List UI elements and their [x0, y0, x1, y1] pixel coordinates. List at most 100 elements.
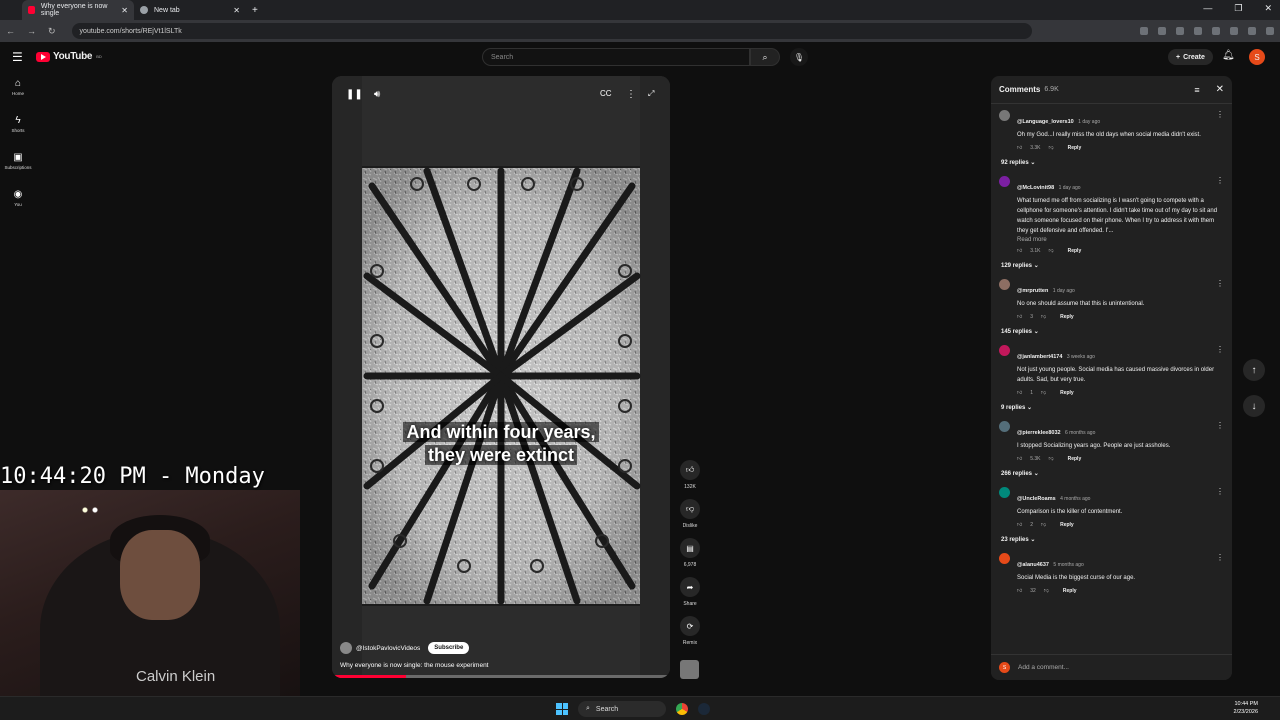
view-replies-button[interactable]: 92 replies ⌄ [999, 159, 1224, 166]
more-options-icon[interactable]: ⋮ [1216, 345, 1224, 354]
comment-author[interactable]: @pierreklee8032 [1017, 430, 1061, 436]
reply-button[interactable]: Reply [1068, 456, 1082, 462]
reply-button[interactable]: Reply [1068, 248, 1082, 254]
comment-author[interactable]: @UncleRoams [1017, 496, 1056, 502]
view-replies-button[interactable]: 266 replies ⌄ [999, 470, 1224, 477]
profile-icon[interactable] [1266, 27, 1274, 35]
thumbs-down-icon[interactable]: 👎︎ [1044, 588, 1049, 594]
more-options-icon[interactable]: ⋮ [626, 89, 636, 100]
remix-action[interactable]: ⟳ Remix [678, 616, 702, 655]
thumbs-down-icon[interactable]: 👎︎ [1049, 456, 1054, 462]
avatar[interactable] [999, 345, 1010, 356]
comment-author[interactable]: @Language_lovers10 [1017, 119, 1074, 125]
star-icon[interactable] [1176, 27, 1184, 35]
volume-icon[interactable]: 🔊︎ [374, 89, 380, 100]
thumbs-down-icon[interactable]: 👎︎ [1041, 314, 1046, 320]
thumbs-up-icon[interactable]: 👍︎ [1017, 456, 1022, 462]
tab-youtube[interactable]: Why everyone is now single ✕ [22, 0, 134, 20]
reply-button[interactable]: Reply [1068, 145, 1082, 151]
avatar[interactable] [999, 553, 1010, 564]
windows-start-icon[interactable] [556, 703, 568, 715]
tab-new-tab[interactable]: New tab ✕ [134, 0, 246, 20]
more-options-icon[interactable]: ⋮ [1216, 279, 1224, 288]
audio-source-thumbnail[interactable] [680, 660, 699, 679]
view-replies-button[interactable]: 9 replies ⌄ [999, 404, 1224, 411]
new-tab-icon[interactable]: + [252, 5, 258, 16]
thumbs-down-icon[interactable]: 👎︎ [1049, 145, 1054, 151]
channel-name[interactable]: @IstokPavlovicVideos [356, 645, 420, 652]
more-options-icon[interactable]: ⋮ [1216, 176, 1224, 185]
tab-close-icon[interactable]: ✕ [233, 6, 240, 15]
thumbs-down-icon[interactable]: 👎︎ [1041, 522, 1046, 528]
create-button[interactable]: + Create [1168, 49, 1213, 65]
reload-icon[interactable]: ↻ [48, 26, 56, 37]
notifications-icon[interactable]: 🔔︎ [1222, 50, 1235, 61]
extension-icon[interactable] [1158, 27, 1166, 35]
like-action[interactable]: 👍︎ 132K [678, 460, 702, 499]
thumbs-up-icon[interactable]: 👍︎ [1017, 522, 1022, 528]
thumbs-down-icon[interactable]: 👎︎ [680, 499, 700, 519]
thumbs-up-icon[interactable]: 👍︎ [1017, 390, 1022, 396]
more-options-icon[interactable]: ⋮ [1216, 110, 1224, 119]
comment-author[interactable]: @alanu4637 [1017, 562, 1049, 568]
extension-icon[interactable] [1212, 27, 1220, 35]
progress-bar[interactable] [332, 675, 670, 678]
taskbar-search[interactable]: ⌕ Search [578, 701, 666, 717]
menu-icon[interactable]: ☰ [12, 50, 23, 64]
short-video-player[interactable]: ❚❚ 🔊︎ CC ⋮ ⤢ And within four years, they… [332, 76, 670, 678]
sidebar-item-shorts[interactable]: ϟ Shorts [0, 115, 36, 152]
avatar[interactable] [999, 421, 1010, 432]
thumbs-down-icon[interactable]: 👎︎ [1049, 248, 1054, 254]
comment-author[interactable]: @mrprutten [1017, 288, 1048, 294]
comment-icon[interactable]: ▤ [680, 538, 700, 558]
comment-author[interactable]: @janlambert4174 [1017, 354, 1062, 360]
search-input[interactable]: Search [482, 48, 750, 66]
sort-icon[interactable]: ≡ [1194, 85, 1199, 95]
channel-avatar[interactable] [340, 642, 352, 654]
voice-search-button[interactable]: 🎙 [790, 48, 808, 66]
video-title[interactable]: Why everyone is now single: the mouse ex… [340, 662, 489, 669]
sidebar-item-you[interactable]: ◉ You [0, 189, 36, 226]
share-icon[interactable]: ➦ [680, 577, 700, 597]
minimize-icon[interactable]: — [1203, 3, 1212, 14]
dislike-action[interactable]: 👎︎ Dislike [678, 499, 702, 538]
reply-button[interactable]: Reply [1060, 314, 1074, 320]
thumbs-down-icon[interactable]: 👎︎ [1041, 390, 1046, 396]
fullscreen-icon[interactable]: ⤢ [648, 89, 654, 99]
thumbs-up-icon[interactable]: 👍︎ [1017, 314, 1022, 320]
url-field[interactable]: youtube.com/shorts/REjVt1lSLTk [71, 23, 1032, 39]
extension-icon[interactable] [1140, 27, 1148, 35]
share-action[interactable]: ➦ Share [678, 577, 702, 616]
avatar[interactable] [999, 110, 1010, 121]
reply-button[interactable]: Reply [1060, 390, 1074, 396]
reply-button[interactable]: Reply [1060, 522, 1074, 528]
sidebar-item-subscriptions[interactable]: ▣ Subscriptions [0, 152, 36, 189]
avatar[interactable] [999, 176, 1010, 187]
youtube-logo[interactable]: YouTube BD [36, 51, 102, 62]
previous-short-button[interactable]: ↑ [1243, 359, 1265, 381]
forward-icon[interactable]: → [27, 26, 36, 36]
subscribe-button[interactable]: Subscribe [428, 642, 470, 654]
chrome-icon[interactable] [676, 703, 688, 715]
reply-button[interactable]: Reply [1063, 588, 1077, 594]
extension-icon[interactable] [1194, 27, 1202, 35]
view-replies-button[interactable]: 23 replies ⌄ [999, 536, 1224, 543]
view-replies-button[interactable]: 129 replies ⌄ [999, 262, 1224, 269]
thumbs-up-icon[interactable]: 👍︎ [680, 460, 700, 480]
sidebar-item-home[interactable]: ⌂ Home [0, 78, 36, 115]
tab-close-icon[interactable]: ✕ [121, 6, 128, 15]
close-icon[interactable]: ✕ [1216, 84, 1224, 95]
thumbs-up-icon[interactable]: 👍︎ [1017, 248, 1022, 254]
steam-icon[interactable] [698, 703, 710, 715]
more-options-icon[interactable]: ⋮ [1216, 487, 1224, 496]
pause-icon[interactable]: ❚❚ [346, 89, 363, 100]
system-clock[interactable]: 10:44 PM 2/23/2026 [1234, 700, 1258, 716]
thumbs-up-icon[interactable]: 👍︎ [1017, 588, 1022, 594]
extension-icon[interactable] [1230, 27, 1238, 35]
captions-icon[interactable]: CC [600, 89, 612, 98]
back-icon[interactable]: ← [6, 26, 15, 36]
account-avatar[interactable]: S [1249, 49, 1265, 65]
maximize-icon[interactable]: ❐ [1234, 3, 1242, 14]
avatar[interactable] [999, 279, 1010, 290]
comments-action[interactable]: ▤ 6,978 [678, 538, 702, 577]
